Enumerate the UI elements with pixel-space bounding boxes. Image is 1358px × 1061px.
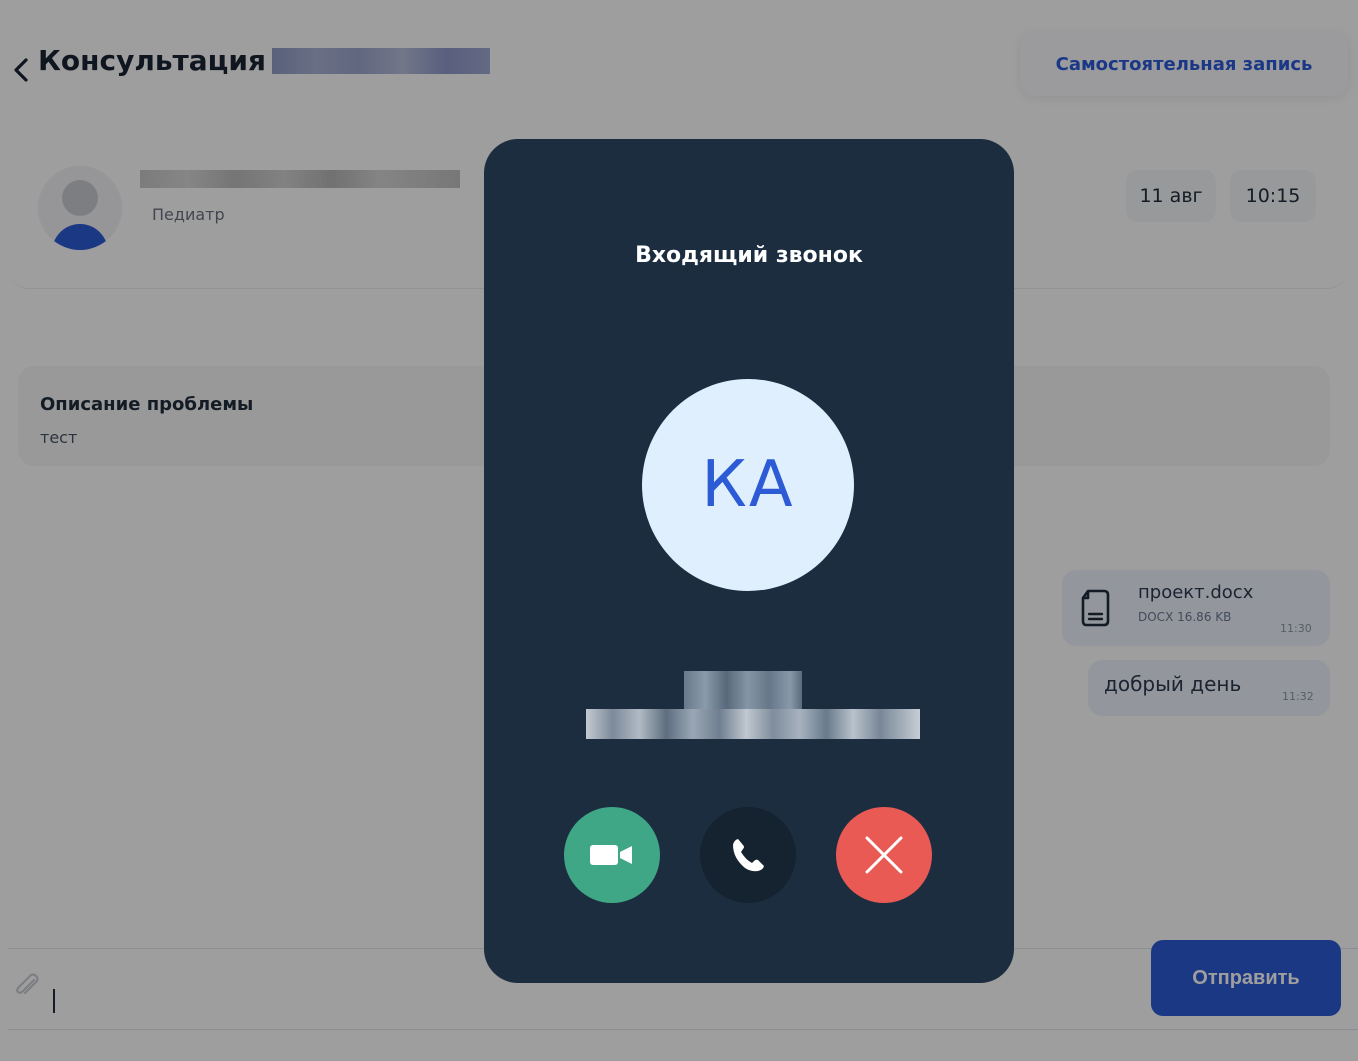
incoming-call-modal: Входящий звонок КА — [484, 139, 1014, 983]
decline-call-button[interactable] — [836, 807, 932, 903]
call-title: Входящий звонок — [635, 243, 863, 268]
video-camera-icon — [590, 845, 632, 865]
caller-name-redacted — [684, 671, 802, 709]
caller-initials: КА — [701, 448, 795, 522]
close-icon — [865, 836, 903, 874]
caller-details-redacted — [586, 709, 920, 739]
phone-icon — [733, 839, 764, 872]
caller-avatar: КА — [642, 379, 854, 591]
accept-video-button[interactable] — [564, 807, 660, 903]
accept-audio-button[interactable] — [700, 807, 796, 903]
